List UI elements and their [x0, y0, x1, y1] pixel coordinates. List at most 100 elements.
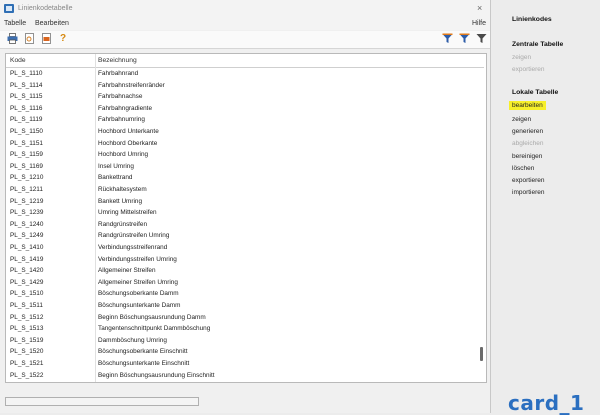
cell-bezeichnung: Fahrbahnrand — [98, 70, 139, 77]
table-row[interactable]: PL_S_1410 Verbindungsstreifenrand — [6, 242, 484, 254]
cell-kode: PL_S_1519 — [10, 336, 44, 344]
cell-bezeichnung: Allgemeiner Streifen Umring — [98, 278, 178, 286]
cell-kode: PL_S_1520 — [10, 348, 44, 356]
cell-bezeichnung: Beginn Böschungsausrundung Einschnitt — [98, 371, 215, 379]
preview-icon[interactable] — [23, 33, 35, 45]
cell-kode: PL_S_1110 — [10, 70, 43, 77]
zentrale-zeigen-link[interactable]: zeigen — [512, 54, 531, 61]
table-row[interactable]: PL_S_1249 Randgrünstreifen Umring — [6, 230, 484, 242]
cell-bezeichnung: Umring Mittelstreifen — [98, 209, 157, 217]
table-row[interactable]: PL_S_1114 Fahrbahnstreifenränder — [6, 80, 484, 92]
lokale-importieren-link[interactable]: importieren — [512, 189, 545, 196]
column-header-kode[interactable]: Kode — [10, 57, 26, 64]
lokale-loeschen-link[interactable]: löschen — [512, 165, 534, 172]
table-row[interactable]: PL_S_1169 Insel Umring — [6, 161, 484, 173]
card1-logo: card_1 — [508, 391, 585, 415]
lokale-exportieren-link[interactable]: exportieren — [512, 177, 545, 184]
cell-bezeichnung: Rückhaltesystem — [98, 186, 147, 193]
table-row[interactable]: PL_S_1510 Böschungsoberkante Damm — [6, 288, 484, 300]
cell-kode: PL_S_1116 — [10, 104, 43, 112]
sidebar-title: Linienkodes — [512, 16, 552, 23]
filter-add-icon[interactable] — [458, 33, 470, 45]
cell-kode: PL_S_1522 — [10, 371, 44, 379]
lokale-bearbeiten-link[interactable]: bearbeiten — [509, 101, 546, 110]
help-icon[interactable]: ? — [57, 33, 69, 45]
status-bar — [5, 397, 199, 406]
table-row[interactable]: PL_S_1150 Hochbord Unterkante — [6, 126, 484, 138]
cell-bezeichnung: Dammböschung Umring — [98, 336, 167, 344]
cell-kode: PL_S_1151 — [10, 139, 43, 147]
cell-kode: PL_S_1511 — [10, 302, 43, 309]
print-icon[interactable] — [6, 33, 18, 45]
section-heading-zentrale: Zentrale Tabelle — [512, 41, 564, 48]
table-row[interactable]: PL_S_1239 Umring Mittelstreifen — [6, 207, 484, 219]
cell-bezeichnung: Hochbord Oberkante — [98, 139, 158, 147]
cell-bezeichnung: Beginn Böschungsausrundung Damm — [98, 313, 206, 321]
cell-bezeichnung: Randgrünstreifen — [98, 220, 148, 228]
table-row[interactable]: PL_S_1522 Beginn Böschungsausrundung Eins… — [6, 370, 484, 382]
cell-bezeichnung: Hochbord Umring — [98, 151, 149, 159]
scrollbar-thumb[interactable] — [480, 347, 483, 361]
table-row[interactable]: PL_S_1512 Beginn Böschungsausrundung Damm — [6, 312, 484, 324]
menu-hilfe[interactable]: Hilfe — [472, 20, 486, 27]
cell-bezeichnung: Böschungsoberkante Damm — [98, 290, 179, 298]
cell-kode: PL_S_1410 — [10, 244, 44, 251]
close-icon[interactable]: × — [477, 3, 482, 13]
menu-bearbeiten[interactable]: Bearbeiten — [35, 20, 69, 27]
lokale-abgleichen-link[interactable]: abgleichen — [512, 140, 543, 147]
table-row[interactable]: PL_S_1429 Allgemeiner Streifen Umring — [6, 277, 484, 289]
table-row[interactable]: PL_S_1116 Fahrbahngradiente — [6, 103, 484, 115]
cell-kode: PL_S_1420 — [10, 267, 44, 275]
cell-kode: PL_S_1513 — [10, 325, 44, 333]
table-row[interactable]: PL_S_1119 Fahrbahnumring — [6, 114, 484, 126]
menu-tabelle[interactable]: Tabelle — [4, 20, 26, 27]
table-row[interactable]: PL_S_1219 Bankett Umring — [6, 196, 484, 208]
table-row[interactable]: PL_S_1521 Böschungsunterkante Einschnitt — [6, 358, 484, 370]
cell-bezeichnung: Insel Umring — [98, 162, 134, 170]
zentrale-exportieren-link[interactable]: exportieren — [512, 66, 545, 73]
table-row[interactable]: PL_S_1210 Bankettrand — [6, 172, 484, 184]
table-row[interactable]: PL_S_1240 Randgrünstreifen — [6, 219, 484, 231]
app-icon — [4, 4, 14, 13]
code-table: Kode Bezeichnung PL_S_1110 Fahrbahnrand PL… — [5, 53, 487, 383]
cell-kode: PL_S_1249 — [10, 232, 44, 240]
cell-bezeichnung: Randgrünstreifen Umring — [98, 232, 170, 240]
table-row[interactable]: PL_S_1519 Dammböschung Umring — [6, 335, 484, 347]
lokale-generieren-link[interactable]: generieren — [512, 128, 543, 135]
table-row[interactable]: PL_S_1159 Hochbord Umring — [6, 149, 484, 161]
cell-kode: PL_S_1210 — [10, 174, 44, 182]
cell-kode: PL_S_1219 — [10, 197, 44, 205]
cell-kode: PL_S_1169 — [10, 162, 43, 170]
table-row[interactable]: PL_S_1151 Hochbord Oberkante — [6, 138, 484, 150]
cell-kode: PL_S_1114 — [10, 81, 43, 89]
table-header: Kode Bezeichnung — [6, 54, 484, 68]
table-row[interactable]: PL_S_1420 Allgemeiner Streifen — [6, 265, 484, 277]
lokale-zeigen-link[interactable]: zeigen — [512, 116, 531, 123]
cell-kode: PL_S_1159 — [10, 151, 43, 159]
cell-kode: PL_S_1119 — [10, 116, 43, 124]
table-row[interactable]: PL_S_1211 Rückhaltesystem — [6, 184, 484, 196]
cell-bezeichnung: Hochbord Unterkante — [98, 128, 159, 135]
cell-kode: PL_S_1115 — [10, 93, 43, 101]
lokale-bereinigen-link[interactable]: bereinigen — [512, 153, 542, 160]
vertical-scrollbar[interactable] — [479, 68, 485, 380]
table-row[interactable]: PL_S_1520 Böschungsoberkante Einschnitt — [6, 346, 484, 358]
cell-kode: PL_S_1510 — [10, 290, 44, 298]
toolbar: ? — [0, 31, 490, 49]
cell-kode: PL_S_1239 — [10, 209, 44, 217]
cell-bezeichnung: Böschungsoberkante Einschnitt — [98, 348, 188, 356]
cell-bezeichnung: Bankett Umring — [98, 197, 143, 205]
column-header-bezeichnung[interactable]: Bezeichnung — [98, 57, 137, 64]
table-row[interactable]: PL_S_1513 Tangentenschnittpunkt Dammbösch… — [6, 323, 484, 335]
window-title: Linienkodetabelle — [18, 5, 73, 12]
table-row[interactable]: PL_S_1115 Fahrbahnachse — [6, 91, 484, 103]
export-icon[interactable] — [40, 33, 52, 45]
table-row[interactable]: PL_S_1511 Böschungsunterkante Damm — [6, 300, 484, 312]
table-row[interactable]: PL_S_1110 Fahrbahnrand — [6, 68, 484, 80]
table-row[interactable]: PL_S_1419 Verbindungsstreifen Umring — [6, 254, 484, 266]
menu-bar: Tabelle Bearbeiten Hilfe — [0, 17, 490, 30]
filter-icon[interactable] — [441, 33, 453, 45]
cell-kode: PL_S_1419 — [10, 255, 44, 263]
cell-bezeichnung: Verbindungsstreifenrand — [98, 244, 168, 251]
filter-clear-icon[interactable] — [475, 33, 487, 45]
